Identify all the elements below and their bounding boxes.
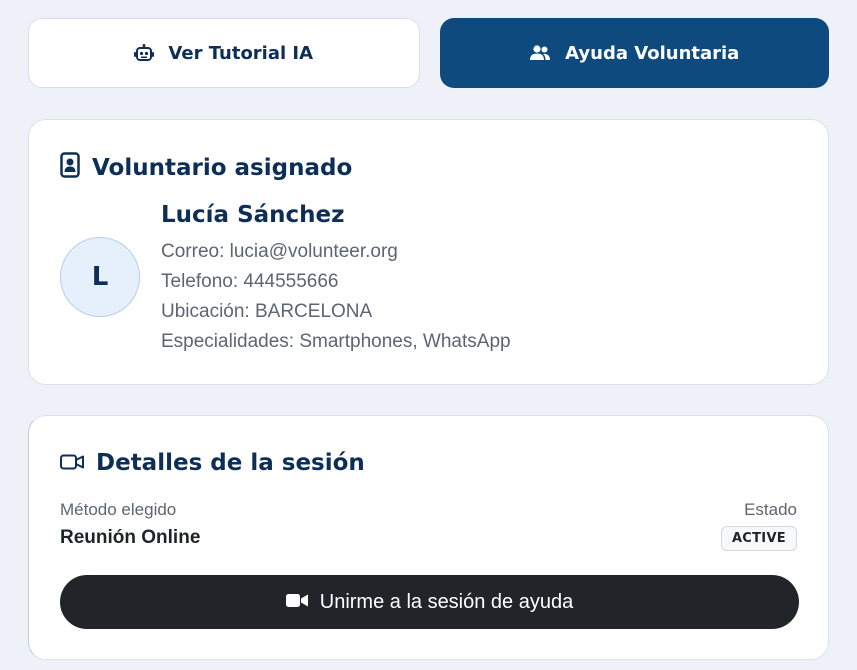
session-details-heading: Detalles de la sesión bbox=[60, 450, 365, 476]
assigned-volunteer-heading: Voluntario asignado bbox=[60, 152, 352, 184]
tutorial-tab-button[interactable]: Ver Tutorial IA bbox=[28, 18, 420, 88]
join-session-button[interactable]: Unirme a la sesión de ayuda bbox=[60, 575, 799, 629]
volunteer-email: Correo: lucia@volunteer.org bbox=[161, 241, 398, 262]
tutorial-tab-label: Ver Tutorial IA bbox=[168, 42, 314, 64]
volunteer-name: Lucía Sánchez bbox=[161, 202, 345, 228]
volunteer-location: Ubicación: BARCELONA bbox=[161, 301, 373, 322]
robot-icon bbox=[134, 44, 155, 62]
volunteer-specialties: Especialidades: Smartphones, WhatsApp bbox=[161, 331, 511, 352]
volunteer-avatar-initial: L bbox=[91, 262, 109, 292]
volunteer-tab-button[interactable]: Ayuda Voluntaria bbox=[439, 18, 829, 88]
assigned-volunteer-title: Voluntario asignado bbox=[92, 155, 353, 181]
method-value: Reunión Online bbox=[60, 527, 201, 548]
session-details-card: Detalles de la sesión Método elegido Est… bbox=[28, 415, 829, 660]
video-camera-icon bbox=[60, 450, 84, 476]
video-camera-filled-icon bbox=[285, 591, 308, 614]
status-badge: ACTIVE bbox=[720, 526, 797, 551]
mode-tabs: Ver Tutorial IA Ayuda Voluntaria bbox=[28, 18, 829, 88]
volunteer-avatar: L bbox=[60, 237, 140, 317]
join-session-label: Unirme a la sesión de ayuda bbox=[319, 590, 574, 613]
volunteer-phone: Telefono: 444555666 bbox=[161, 271, 339, 292]
id-badge-icon bbox=[60, 152, 80, 184]
assigned-volunteer-card: Voluntario asignado L Lucía Sánchez Corr… bbox=[28, 119, 829, 385]
users-icon bbox=[529, 45, 551, 61]
volunteer-tab-label: Ayuda Voluntaria bbox=[565, 42, 740, 64]
method-label: Método elegido bbox=[60, 500, 177, 519]
status-label: Estado bbox=[744, 500, 797, 519]
volunteer-info: Lucía Sánchez Correo: lucia@volunteer.or… bbox=[161, 202, 511, 357]
session-details-title: Detalles de la sesión bbox=[96, 450, 365, 476]
